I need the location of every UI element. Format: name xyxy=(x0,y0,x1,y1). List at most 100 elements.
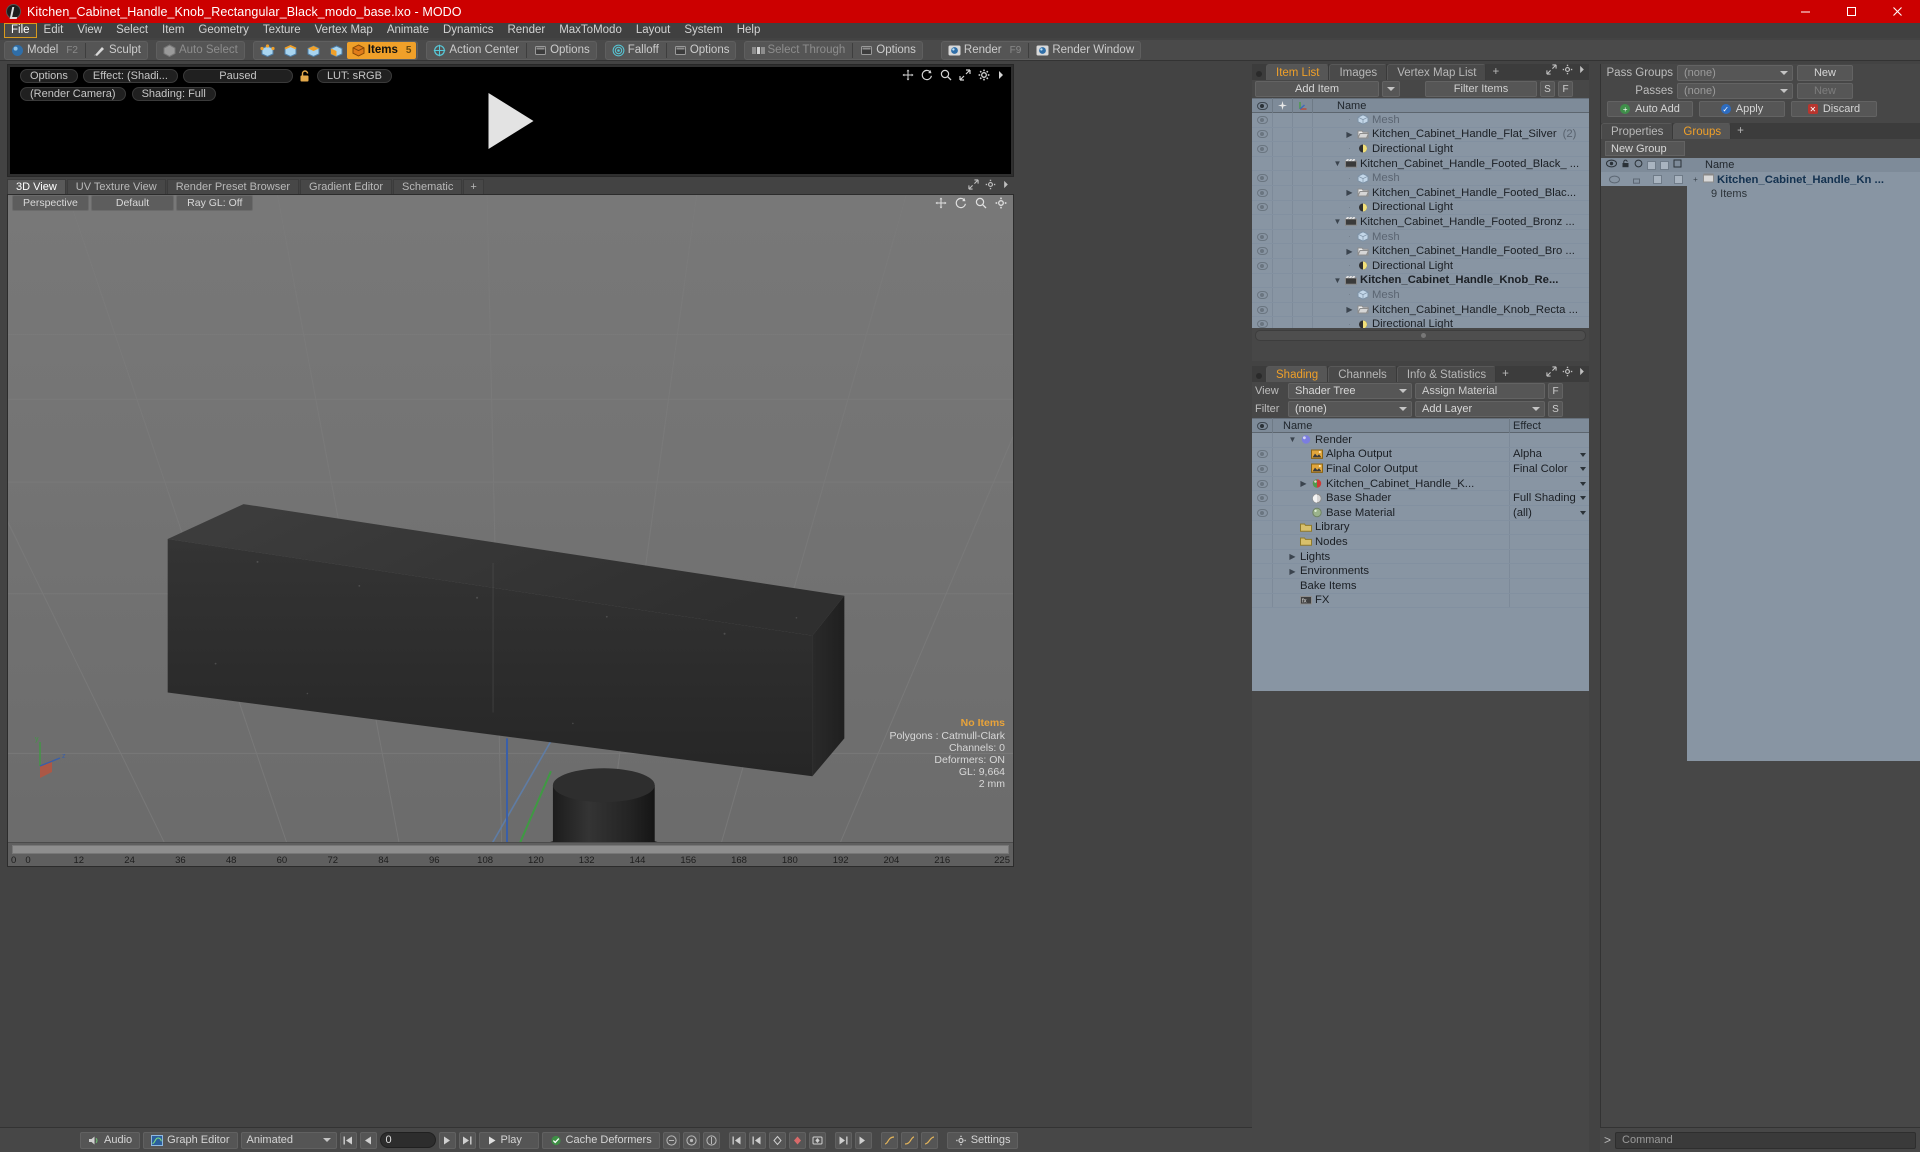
panel-expand-icon[interactable] xyxy=(1578,365,1586,380)
model-mode-button[interactable]: Model F2 xyxy=(6,42,83,59)
row-name-cell[interactable]: Nodes xyxy=(1273,536,1509,548)
eye-icon[interactable] xyxy=(1256,508,1268,517)
row-name-cell[interactable]: · Directional Light xyxy=(1313,260,1589,272)
row-lock-cell[interactable] xyxy=(1273,200,1293,215)
row-name-cell[interactable]: · Mesh xyxy=(1313,289,1589,301)
eye-icon[interactable] xyxy=(1256,188,1268,197)
vertices-mode-button[interactable] xyxy=(255,42,278,59)
twisty-closed-icon[interactable]: ▶ xyxy=(1288,552,1297,561)
row-lock-cell[interactable] xyxy=(1273,302,1293,317)
tab-3d-view[interactable]: 3D View xyxy=(7,179,66,194)
row-transform-cell[interactable] xyxy=(1293,273,1313,288)
key-step-fwd-button[interactable] xyxy=(854,1131,872,1149)
row-visibility-toggle[interactable] xyxy=(1252,505,1273,520)
unlock-icon[interactable] xyxy=(298,69,312,83)
row-visibility-toggle[interactable] xyxy=(1252,491,1273,505)
add-item-button[interactable]: Add Item xyxy=(1255,81,1379,97)
eye-icon[interactable] xyxy=(1256,450,1268,459)
menu-render[interactable]: Render xyxy=(500,23,552,38)
table-row[interactable]: · Mesh xyxy=(1252,171,1589,186)
row-name-cell[interactable]: · Mesh xyxy=(1313,114,1589,126)
tab-groups[interactable]: Groups xyxy=(1673,123,1732,139)
table-row[interactable]: ▼ Render xyxy=(1252,433,1589,448)
group-item-row[interactable]: + Kitchen_Cabinet_Handle_Kn ... xyxy=(1687,172,1920,187)
table-row[interactable]: · Mesh xyxy=(1252,229,1589,245)
eye-icon[interactable] xyxy=(1256,232,1268,241)
command-input[interactable]: Command xyxy=(1615,1131,1916,1149)
row-name-cell[interactable]: ▼ Kitchen_Cabinet_Handle_Knob_Re... xyxy=(1313,274,1589,286)
maximize-viewport-icon[interactable] xyxy=(968,178,979,193)
chevron-down-icon[interactable] xyxy=(1580,467,1586,472)
3d-viewport[interactable]: Perspective Default Ray GL: Off No Items… xyxy=(7,194,1014,867)
tab-vertex-map-list[interactable]: Vertex Map List xyxy=(1387,64,1487,80)
current-frame-field[interactable]: 0 xyxy=(379,1132,436,1148)
key-delete-button[interactable] xyxy=(768,1131,786,1149)
item-list-hscrollbar[interactable] xyxy=(1255,330,1586,341)
select-through-button[interactable]: Select Through xyxy=(746,42,850,59)
add-panel-tab-button[interactable]: + xyxy=(1486,64,1505,80)
row-name-cell[interactable]: · Mesh xyxy=(1313,231,1589,243)
group-extra-icon[interactable] xyxy=(1673,159,1682,171)
render-window-button[interactable]: Render Window xyxy=(1031,42,1139,59)
falloff-button[interactable]: Falloff xyxy=(607,42,664,59)
row-name-cell[interactable]: ▼ Kitchen_Cabinet_Handle_Footed_Bronz ... xyxy=(1313,216,1589,228)
table-row[interactable]: Base Shader Full Shading xyxy=(1252,491,1589,506)
row-name-cell[interactable]: · Mesh xyxy=(1313,172,1589,184)
shading-s-button[interactable]: S xyxy=(1548,401,1563,417)
pass-groups-dropdown[interactable]: (none) xyxy=(1677,65,1793,81)
row-transform-cell[interactable] xyxy=(1293,215,1313,229)
play-render-icon[interactable] xyxy=(488,92,533,149)
maximize-panel-icon[interactable] xyxy=(1546,365,1557,380)
tab-properties[interactable]: Properties xyxy=(1601,123,1674,139)
viewport-perspective-dropdown[interactable]: Perspective xyxy=(12,195,89,211)
table-row[interactable]: ▼ Kitchen_Cabinet_Handle_Footed_Black_ ..… xyxy=(1252,156,1589,172)
row-visibility-toggle[interactable] xyxy=(1252,185,1273,200)
zoom-icon[interactable] xyxy=(975,197,987,212)
key-options-button[interactable] xyxy=(808,1131,826,1149)
new-pass-button[interactable]: New xyxy=(1797,83,1853,99)
row-name-cell[interactable]: ▶ Kitchen_Cabinet_Handle_Knob_Recta ... xyxy=(1313,304,1589,316)
column-visibility-icon[interactable] xyxy=(1252,418,1273,433)
table-row[interactable]: · Directional Light xyxy=(1252,200,1589,216)
group-checkbox-2[interactable] xyxy=(1660,160,1669,170)
table-row[interactable]: · Directional Light xyxy=(1252,258,1589,274)
auto-add-button[interactable]: + Auto Add xyxy=(1607,101,1693,117)
row-transform-cell[interactable] xyxy=(1293,127,1313,142)
deformers-toggle-b[interactable] xyxy=(682,1131,700,1149)
panel-expand-icon[interactable] xyxy=(1578,63,1586,78)
column-lock-icon[interactable] xyxy=(1273,98,1293,113)
expand-arrow-icon[interactable] xyxy=(997,69,1005,81)
row-name-cell[interactable]: Base Material xyxy=(1273,507,1509,519)
tab-gradient-editor[interactable]: Gradient Editor xyxy=(300,179,392,194)
row-lock-cell[interactable] xyxy=(1273,127,1293,142)
group-checkbox-1[interactable] xyxy=(1647,160,1656,170)
deformers-toggle-a[interactable] xyxy=(662,1131,680,1149)
filter-sort-button[interactable]: S xyxy=(1540,81,1555,97)
fit-icon[interactable] xyxy=(959,69,971,81)
row-name-cell[interactable]: Bake Items xyxy=(1273,580,1509,592)
shading-f-button[interactable]: F xyxy=(1548,383,1563,399)
row-name-cell[interactable]: · Directional Light xyxy=(1313,201,1589,213)
tab-schematic[interactable]: Schematic xyxy=(393,179,463,194)
menu-item[interactable]: Item xyxy=(155,23,191,38)
row-visibility-toggle[interactable] xyxy=(1252,433,1273,447)
maximize-panel-icon[interactable] xyxy=(1546,63,1557,78)
graph-editor-button[interactable]: Graph Editor xyxy=(143,1131,238,1149)
row-lock-cell[interactable] xyxy=(1273,317,1293,328)
row-visibility-toggle[interactable] xyxy=(1252,215,1273,229)
row-effect-cell[interactable] xyxy=(1509,476,1589,491)
new-group-button[interactable]: New Group xyxy=(1605,141,1685,156)
row-lock-cell[interactable] xyxy=(1273,258,1293,273)
menu-vertex-map[interactable]: Vertex Map xyxy=(308,23,380,38)
rotate-icon[interactable] xyxy=(921,69,933,81)
panel-handle-dot[interactable] xyxy=(1256,373,1262,379)
chevron-down-icon[interactable] xyxy=(1580,452,1586,457)
table-row[interactable]: Alpha Output Alpha xyxy=(1252,447,1589,463)
eye-icon[interactable] xyxy=(1256,290,1268,299)
deformers-toggle-c[interactable] xyxy=(702,1131,720,1149)
next-frame-button[interactable] xyxy=(438,1131,456,1149)
group-lock-icon[interactable] xyxy=(1621,159,1630,171)
row-checkbox-1[interactable] xyxy=(1653,174,1662,184)
row-effect-cell[interactable] xyxy=(1509,593,1589,608)
chevron-down-icon[interactable] xyxy=(1580,481,1586,486)
